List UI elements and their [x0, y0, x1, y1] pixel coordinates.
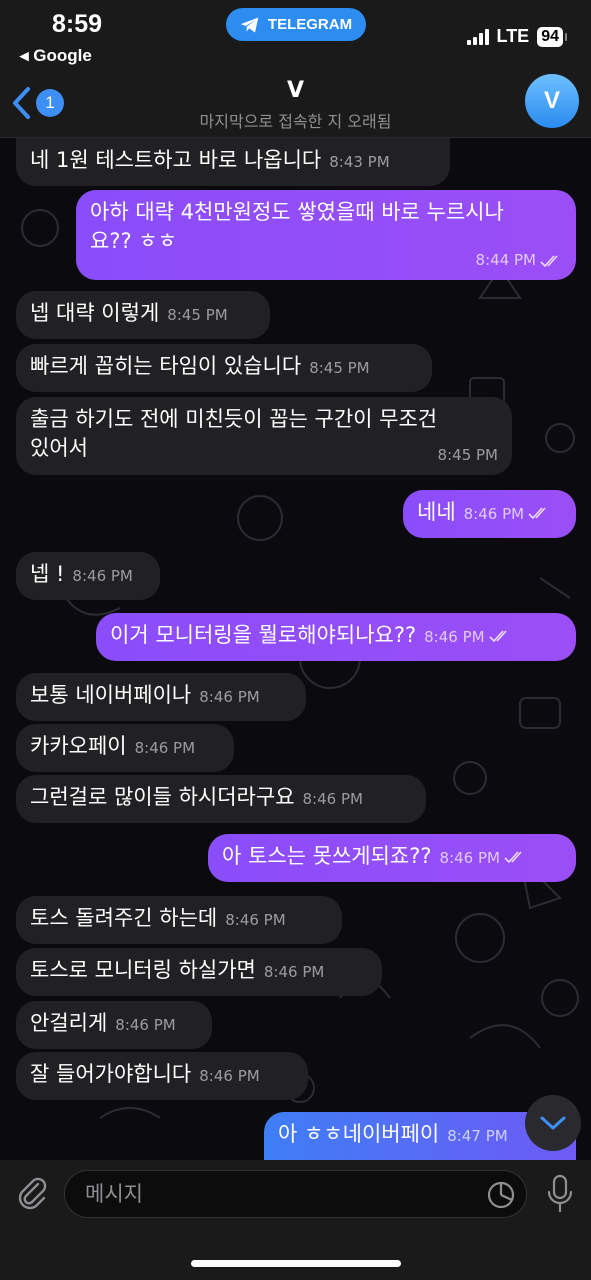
chat-header: 1 V 마지막으로 접속한 지 오래됨 V: [0, 72, 591, 138]
message-incoming[interactable]: 넵 대략 이렇게 8:45 PM: [16, 291, 270, 339]
message-time: 8:46 PM: [134, 739, 196, 757]
message-incoming[interactable]: 네 1원 테스트하고 바로 나옵니다 8:43 PM: [16, 138, 450, 186]
message-text-line2: 있어서: [30, 436, 88, 460]
message-time: 8:46 PM: [225, 911, 286, 929]
message-text: 아 토스는 못쓰게되죠??: [222, 844, 432, 868]
message-incoming[interactable]: 출금 하기도 전에 미친듯이 꼽는 구간이 무조건 있어서 8:45 PM: [16, 397, 512, 475]
paperclip-icon[interactable]: [14, 1174, 50, 1210]
message-incoming[interactable]: 카카오페이 8:46 PM: [16, 724, 234, 772]
message-text: 네네: [417, 500, 456, 524]
message-input[interactable]: [65, 1171, 526, 1217]
telegram-icon: [240, 17, 259, 32]
message-text: 잘 들어가야합니다: [30, 1062, 192, 1086]
status-time: 8:59: [52, 10, 103, 38]
microphone-icon[interactable]: [547, 1174, 573, 1214]
message-incoming[interactable]: 안걸리게 8:46 PM: [16, 1001, 212, 1049]
message-time: 8:46 PM: [199, 688, 260, 706]
telegram-pill[interactable]: TELEGRAM: [226, 8, 366, 41]
read-checks-icon: [528, 507, 546, 519]
message-time: 8:46 PM: [439, 849, 500, 867]
message-time: 8:45 PM: [167, 306, 228, 324]
message-incoming[interactable]: 그런걸로 많이들 하시더라구요 8:46 PM: [16, 775, 426, 823]
message-time: 8:46 PM: [115, 1016, 176, 1034]
message-incoming[interactable]: 토스로 모니터링 하실가면 8:46 PM: [16, 948, 382, 996]
avatar[interactable]: V: [525, 74, 579, 128]
message-text: 카카오페이: [30, 734, 127, 758]
signal-icon: [466, 28, 489, 45]
message-field[interactable]: [64, 1170, 527, 1218]
message-incoming[interactable]: 토스 돌려주긴 하는데 8:46 PM: [16, 896, 342, 944]
message-text: 토스 돌려주긴 하는데: [30, 906, 218, 930]
back-to-google-link[interactable]: ◂ Google: [20, 46, 92, 66]
message-incoming[interactable]: 넵 ! 8:46 PM: [16, 552, 160, 600]
message-text: 안걸리게: [30, 1011, 108, 1035]
message-text: 이거 모니터링을 뭘로해야되나요??: [110, 623, 417, 647]
chevron-down-icon: [540, 1116, 566, 1130]
message-time: 8:43 PM: [329, 153, 390, 171]
message-text: 넵 !: [30, 562, 65, 586]
message-time: 8:44 PM: [475, 251, 536, 269]
message-text: 그런걸로 많이들 하시더라구요: [30, 785, 295, 809]
home-indicator: [191, 1260, 401, 1267]
message-text: 빠르게 꼽히는 타임이 있습니다: [30, 354, 302, 378]
network-type: LTE: [496, 26, 530, 46]
status-indicators: LTE 94: [466, 26, 567, 47]
battery-icon: 94: [537, 26, 567, 47]
message-text: 아 ㅎㅎ네이버페이: [278, 1122, 440, 1146]
sticker-icon[interactable]: [486, 1180, 516, 1210]
message-outgoing[interactable]: 이거 모니터링을 뭘로해야되나요?? 8:46 PM: [96, 613, 576, 661]
message-time: 8:46 PM: [463, 505, 525, 523]
message-text: 아하 대략 4천만원정도 쌓였을때 바로 누르시나: [90, 200, 504, 224]
message-text: 토스로 모니터링 하실가면: [30, 958, 256, 982]
message-time: 8:46 PM: [263, 963, 325, 981]
last-seen-status: 마지막으로 접속한 지 오래됨: [199, 112, 392, 131]
message-input-bar: [0, 1160, 591, 1280]
message-text: 네 1원 테스트하고 바로 나옵니다: [30, 148, 322, 172]
message-text: 보통 네이버페이나: [30, 683, 192, 707]
message-time: 8:46 PM: [424, 628, 485, 646]
message-incoming[interactable]: 빠르게 꼽히는 타임이 있습니다 8:45 PM: [16, 344, 432, 392]
message-time: 8:47 PM: [447, 1127, 508, 1145]
message-outgoing[interactable]: 아 토스는 못쓰게되죠?? 8:46 PM: [208, 834, 576, 882]
message-time: 8:45 PM: [437, 446, 498, 464]
status-bar: 8:59 ◂ Google TELEGRAM LTE 94: [0, 0, 591, 72]
message-time: 8:46 PM: [302, 790, 363, 808]
telegram-pill-label: TELEGRAM: [267, 16, 353, 33]
scroll-to-bottom-button[interactable]: [525, 1095, 581, 1151]
message-text: 출금 하기도 전에 미친듯이 꼽는 구간이 무조건: [30, 407, 438, 431]
message-text: 넵 대략 이렇게: [30, 301, 160, 325]
message-incoming[interactable]: 보통 네이버페이나 8:46 PM: [16, 673, 306, 721]
message-time: 8:46 PM: [72, 567, 133, 585]
read-checks-icon: [489, 630, 507, 642]
read-checks-icon: [504, 851, 522, 863]
message-outgoing[interactable]: 네네 8:46 PM: [403, 490, 576, 538]
message-time: 8:45 PM: [309, 359, 370, 377]
message-outgoing[interactable]: 아하 대략 4천만원정도 쌓였을때 바로 누르시나 요?? ㅎㅎ 8:44 PM: [76, 190, 576, 280]
message-time: 8:46 PM: [199, 1067, 260, 1085]
message-incoming[interactable]: 잘 들어가야합니다 8:46 PM: [16, 1052, 308, 1100]
chat-title[interactable]: V: [0, 78, 591, 103]
read-checks-icon: [540, 255, 558, 267]
chat-area[interactable]: 네 1원 테스트하고 바로 나옵니다 8:43 PM 아하 대략 4천만원정도 쌓…: [0, 138, 591, 1160]
